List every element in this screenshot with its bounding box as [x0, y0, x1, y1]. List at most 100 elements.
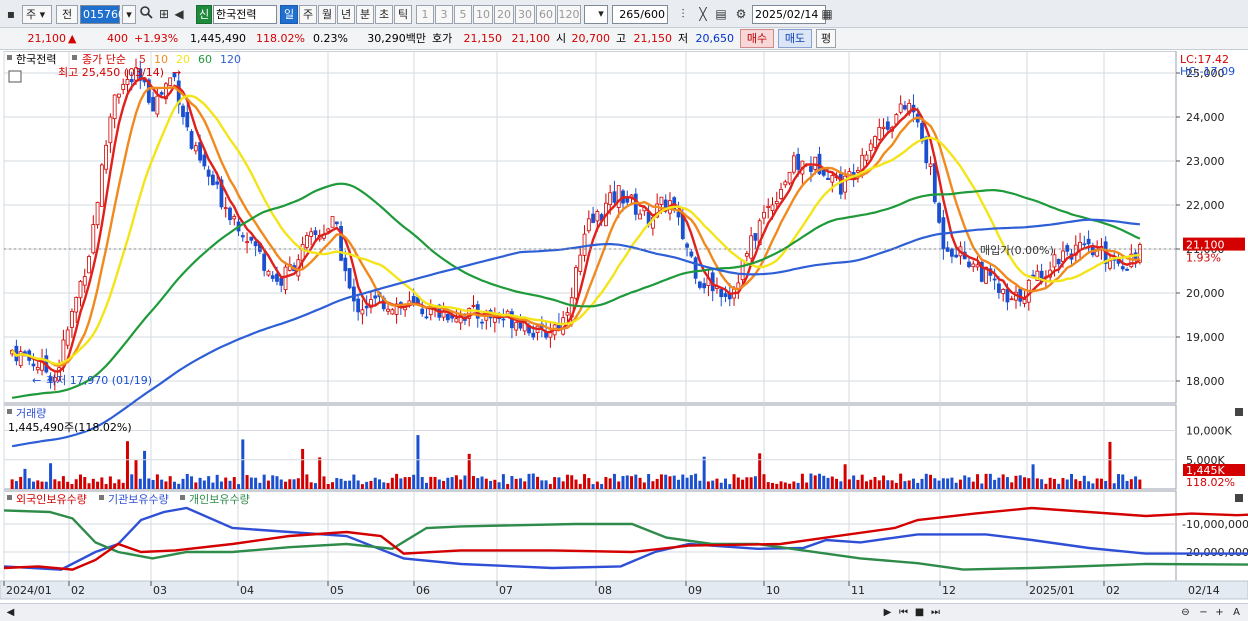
price-y-label: 19,000	[1186, 331, 1225, 344]
candle-body	[967, 261, 971, 268]
legend-ma-period: 10	[154, 53, 168, 66]
quote-bar: 21,100 ▲ 400 +1.93% 1,445,490 118.02% 0.…	[0, 28, 1248, 50]
period-year-tab[interactable]: 년	[337, 5, 355, 24]
count-1-button[interactable]: 1	[416, 5, 434, 24]
volume-bar	[301, 448, 305, 489]
candle-body	[813, 156, 818, 170]
candle-body	[275, 273, 279, 282]
search-icon[interactable]	[137, 5, 155, 23]
chart-scroll-bar[interactable]: ◀ ▶ ⏮ ■ ⏭ ⊖ − + A	[0, 603, 1248, 621]
volume-bar	[958, 479, 962, 489]
volume-bar	[1023, 477, 1027, 489]
period-week-tab[interactable]: 주	[299, 5, 317, 24]
volume-bar	[651, 481, 655, 489]
candle-body	[95, 201, 100, 226]
stock-chart[interactable]: 2024/01 02 03 04 05 06 07 08 09 10 11 12 2025/01 02 02…	[0, 50, 1248, 621]
candle-body	[270, 275, 275, 279]
chart-type-icon[interactable]: ⫶	[674, 5, 692, 23]
volume-bar	[1095, 478, 1099, 489]
count-10-button[interactable]: 10	[473, 5, 493, 24]
scroll-right-icon[interactable]: ▶	[880, 605, 895, 620]
stock-code-input[interactable]: 015760	[80, 5, 125, 24]
volume-bar	[1138, 479, 1142, 489]
volume-bar	[484, 478, 488, 489]
calendar-icon[interactable]: ▦	[818, 5, 836, 23]
volume-bar	[1099, 478, 1103, 489]
drawing-tool-icon[interactable]: ╳	[694, 5, 712, 23]
volume-bar	[181, 478, 185, 489]
volume-bar	[1031, 464, 1035, 489]
volume-bar	[343, 480, 347, 489]
candle-body	[420, 308, 425, 315]
volume-bar	[331, 482, 335, 489]
eval-button[interactable]: 평	[816, 29, 836, 48]
count-60-button[interactable]: 60	[536, 5, 556, 24]
volume-bar	[882, 475, 886, 489]
volume-bar	[826, 477, 830, 489]
sell-button[interactable]: 매도	[778, 29, 812, 48]
volume-bar	[835, 478, 839, 489]
settings-icon[interactable]: ⚙	[732, 5, 750, 23]
sound-icon[interactable]: ◀	[170, 5, 188, 23]
volume-bar	[151, 479, 155, 489]
count-3-button[interactable]: 3	[435, 5, 453, 24]
candle-body	[326, 228, 331, 232]
candle-body	[697, 281, 702, 288]
volume-bar	[796, 482, 800, 489]
period-day-tab[interactable]: 일	[280, 5, 298, 24]
rewind-icon[interactable]: ⏮	[896, 605, 911, 620]
period-second-tab[interactable]: 초	[375, 5, 393, 24]
display-count-field[interactable]: 265/600	[612, 5, 668, 24]
volume-bar	[194, 482, 198, 489]
volume-bar	[407, 477, 411, 489]
open-label: 시	[556, 32, 567, 45]
candle-body	[1120, 266, 1125, 270]
x-tick-label: 03	[153, 584, 167, 597]
volume-bar	[476, 478, 480, 489]
font-size-icon[interactable]: A	[1229, 605, 1244, 620]
volume-bar	[608, 478, 612, 489]
candle-body	[1108, 260, 1112, 269]
volume-bar	[527, 473, 531, 489]
chart-canvas[interactable]: 2024/01 02 03 04 05 06 07 08 09 10 11 12 2025/01 02 02…	[0, 50, 1248, 603]
close-panel-icon	[1235, 408, 1243, 416]
volume-bar	[390, 477, 394, 489]
market-select[interactable]: 주 ▾	[22, 5, 52, 24]
volume-bar	[373, 477, 377, 489]
count-dropdown-icon[interactable]: ▾	[594, 5, 608, 24]
period-tick-tab[interactable]: 틱	[394, 5, 412, 24]
count-120-button[interactable]: 120	[557, 5, 581, 24]
low-label: 저	[678, 32, 689, 45]
candle-body	[1061, 250, 1065, 262]
volume-bar	[911, 478, 915, 489]
zoom-out-icon[interactable]: ⊖	[1178, 605, 1193, 620]
market-mode-button[interactable]: 전	[56, 5, 78, 24]
plus-icon[interactable]: +	[1212, 605, 1227, 620]
volume-bar	[672, 475, 676, 489]
candle-body	[997, 283, 1001, 293]
period-month-tab[interactable]: 월	[318, 5, 336, 24]
volume-bar	[207, 476, 211, 489]
volume-bar	[1121, 474, 1125, 489]
buy-button[interactable]: 매수	[740, 29, 774, 48]
scroll-left-icon[interactable]: ◀	[3, 605, 18, 620]
volume-bar	[792, 481, 796, 489]
minus-icon[interactable]: −	[1196, 605, 1211, 620]
candle-body	[356, 298, 361, 313]
volume-bar	[894, 482, 898, 489]
print-icon[interactable]: ▤	[712, 5, 730, 23]
volume-bar	[100, 477, 104, 489]
count-30-button[interactable]: 30	[515, 5, 535, 24]
volume-bar	[1061, 478, 1065, 489]
volume-bar	[916, 482, 920, 489]
code-dropdown-button[interactable]: ▾	[122, 5, 136, 24]
date-input[interactable]: 2025/02/14	[752, 5, 826, 24]
count-5-button[interactable]: 5	[454, 5, 472, 24]
volume-bar	[788, 483, 792, 489]
period-minute-tab[interactable]: 분	[356, 5, 374, 24]
pin-icon[interactable]: ▪	[2, 5, 20, 23]
stop-icon[interactable]: ■	[912, 605, 927, 620]
count-20-button[interactable]: 20	[494, 5, 514, 24]
forward-icon[interactable]: ⏭	[928, 605, 943, 620]
candle-body	[856, 170, 860, 173]
